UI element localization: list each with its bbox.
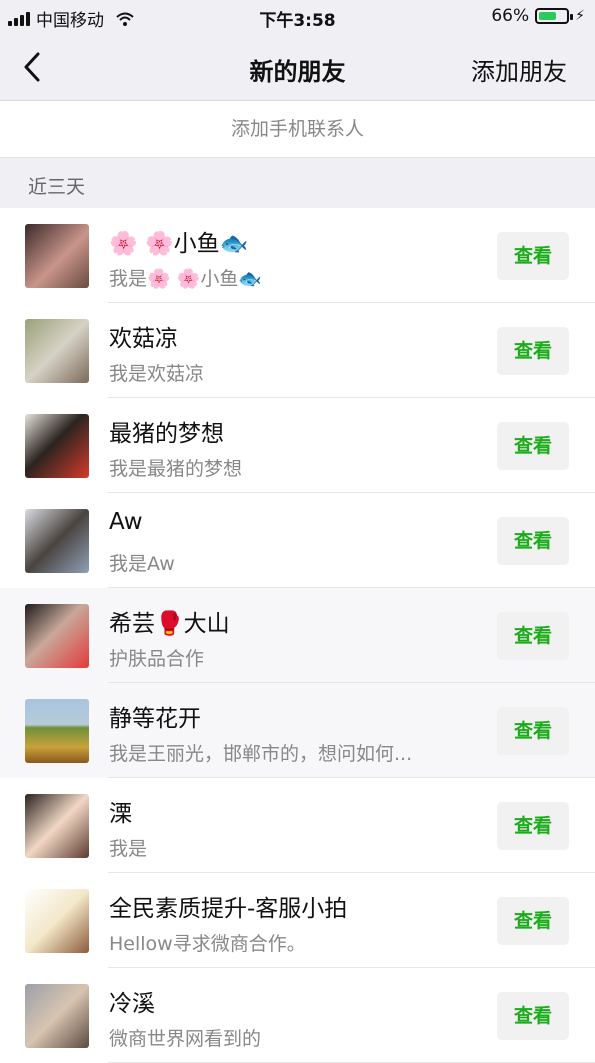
request-message: 我是Aw <box>109 553 175 575</box>
friend-request-list: 🌸 🌸小鱼🐟 我是🌸 🌸小鱼🐟 查看 欢菇凉 我是欢菇凉 查看 最猪的梦想 我是… <box>0 208 595 1063</box>
avatar <box>25 319 89 383</box>
charging-icon: ⚡ <box>575 8 585 24</box>
request-message: 我是 <box>109 838 148 860</box>
nav-bar: 新的朋友 添加朋友 <box>0 34 595 101</box>
avatar <box>25 414 89 478</box>
request-message: 我是王丽光，邯郸市的，想问如何... <box>109 743 413 765</box>
avatar <box>25 984 89 1048</box>
avatar <box>25 699 89 763</box>
contact-name: Aw <box>109 509 143 535</box>
view-button[interactable]: 查看 <box>497 422 569 470</box>
request-message: 微商世界网看到的 <box>109 1028 262 1050</box>
avatar <box>25 509 89 573</box>
view-button[interactable]: 查看 <box>497 802 569 850</box>
view-button[interactable]: 查看 <box>497 707 569 755</box>
add-friend-button[interactable]: 添加朋友 <box>471 52 567 87</box>
request-message: 我是最猪的梦想 <box>109 458 243 480</box>
contact-name: 冷溪 <box>109 991 155 1017</box>
list-item[interactable]: 全民素质提升-客服小拍 Hellow寻求微商合作。 查看 <box>0 873 595 968</box>
battery-percent: 66% <box>491 6 530 26</box>
section-header: 近三天 <box>0 158 595 208</box>
list-item[interactable]: 希芸🥊大山 护肤品合作 查看 <box>0 588 595 683</box>
contact-name: 最猪的梦想 <box>109 421 224 447</box>
add-phone-contacts-button[interactable]: 添加手机联系人 <box>0 101 595 158</box>
contact-name: 全民素质提升-客服小拍 <box>109 896 348 922</box>
contact-name: 希芸🥊大山 <box>109 611 230 637</box>
list-item[interactable]: 最猪的梦想 我是最猪的梦想 查看 <box>0 398 595 493</box>
contact-name: 溧 <box>109 801 132 827</box>
list-item[interactable]: Aw 我是Aw 查看 <box>0 493 595 588</box>
request-message: Hellow寻求微商合作。 <box>109 933 306 955</box>
status-bar: 中国移动 下午3:58 66% ⚡ <box>0 0 595 34</box>
list-item[interactable]: 🌸 🌸小鱼🐟 我是🌸 🌸小鱼🐟 查看 <box>0 208 595 303</box>
list-item[interactable]: 欢菇凉 我是欢菇凉 查看 <box>0 303 595 398</box>
section-label: 近三天 <box>28 176 86 198</box>
avatar <box>25 604 89 668</box>
avatar <box>25 224 89 288</box>
view-button[interactable]: 查看 <box>497 992 569 1040</box>
contact-name: 🌸 🌸小鱼🐟 <box>109 231 249 257</box>
view-button[interactable]: 查看 <box>497 897 569 945</box>
list-item[interactable]: 溧 我是 查看 <box>0 778 595 873</box>
status-right: 66% ⚡ <box>491 6 585 26</box>
avatar <box>25 794 89 858</box>
view-button[interactable]: 查看 <box>497 232 569 280</box>
list-item[interactable]: 冷溪 微商世界网看到的 查看 <box>0 968 595 1063</box>
avatar <box>25 889 89 953</box>
contact-name: 欢菇凉 <box>109 326 178 352</box>
view-button[interactable]: 查看 <box>497 327 569 375</box>
contact-name: 静等花开 <box>109 706 201 732</box>
request-message: 我是欢菇凉 <box>109 363 205 385</box>
request-message: 护肤品合作 <box>109 648 205 670</box>
list-item[interactable]: 静等花开 我是王丽光，邯郸市的，想问如何... 查看 <box>0 683 595 778</box>
battery-icon <box>535 8 574 24</box>
view-button[interactable]: 查看 <box>497 517 569 565</box>
view-button[interactable]: 查看 <box>497 612 569 660</box>
request-message: 我是🌸 🌸小鱼🐟 <box>109 268 263 290</box>
